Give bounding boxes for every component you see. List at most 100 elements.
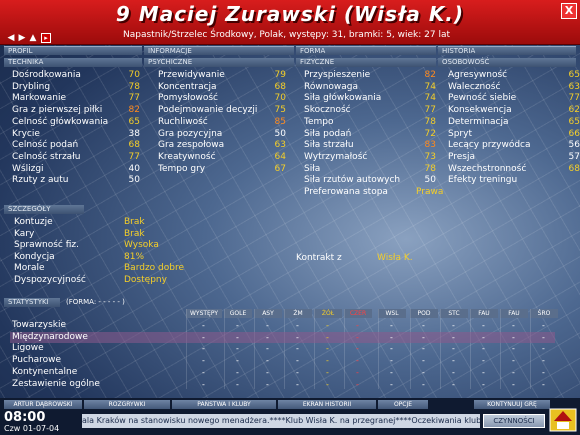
technika-value: 70 [128, 70, 140, 80]
fizyczne-row: Skoczność 77 [304, 105, 436, 116]
stats-row[interactable]: Kontynentalne - - - - - - - - - - - - [10, 367, 555, 378]
osobowosc-row: Efekty treningu [448, 175, 576, 186]
technika-row: Wślizgi 40 [12, 164, 140, 175]
psychiczne-value: 70 [274, 93, 286, 104]
player-title: 9 Maciej Zurawski (Wisła K.) [115, 2, 465, 26]
forward-arrow-icon[interactable]: ▶ [17, 33, 27, 43]
stats-cell: - [236, 367, 239, 377]
stats-cell: - [482, 344, 485, 354]
stats-cell: - [202, 344, 205, 354]
tab-informacje[interactable]: INFORMACJE [144, 46, 294, 55]
stats-cell: - [356, 356, 359, 366]
contract-label: Kontrakt z [296, 253, 342, 263]
stats-cell: - [266, 321, 269, 330]
fizyczne-label: Siła strzału [304, 140, 354, 151]
detail-value: Wysoka [124, 240, 159, 251]
stats-cell: - [326, 379, 329, 389]
stats-cell: - [482, 379, 485, 389]
technika-label: Gra z pierwszej piłki [12, 105, 103, 116]
psychiczne-value: 75 [274, 105, 286, 116]
stats-cell: - [422, 379, 425, 389]
tab-opcje[interactable]: OPCJE [378, 400, 428, 409]
detail-label: Dyspozycyjność [14, 275, 86, 285]
psychiczne-row: Pomysłowość 70 [158, 93, 292, 104]
stats-column-header[interactable]: ŻM [284, 309, 312, 318]
tab-kontynuuj[interactable]: KONTYNUUJ GRĘ [474, 400, 550, 409]
stats-cell: - [422, 356, 425, 366]
menu-icon[interactable]: ▸ [41, 33, 51, 43]
technika-label: Krycie [12, 128, 40, 139]
osobowosc-label: Pewność siebie [448, 93, 517, 104]
player-subtitle: Napastnik/Strzelec Środkowy, Polak, wyst… [123, 30, 450, 40]
stats-row[interactable]: Międzynarodowe - - - - - - - - - - - - [10, 331, 555, 343]
fizyczne-label: Siła podań [304, 128, 352, 139]
section-szczegoly: SZCZEGÓŁY [4, 205, 84, 214]
stats-row[interactable]: Towarzyskie - - - - - - - - - - - - [10, 320, 555, 331]
psychiczne-row: Podejmowanie decyzji 75 [158, 105, 292, 116]
section-psychiczne: PSYCHICZNE [144, 58, 294, 67]
stats-cell: - [390, 367, 393, 377]
stats-row[interactable]: Ligowe - - - - - - - - - - - - [10, 343, 555, 354]
osobowosc-row: Lecący przywódca 56 [448, 140, 580, 151]
fizyczne-label: Siła główkowania [304, 93, 382, 104]
stats-column-header[interactable]: CZER [344, 309, 372, 318]
news-ticker: ala Kraków na stanowisku nowego menadżer… [82, 414, 480, 428]
stats-row[interactable]: Zestawienie ogólne - - - - - - - - - - - - [10, 379, 555, 390]
tab-rozgrywki[interactable]: ROZGRYWKI [84, 400, 170, 409]
stats-column-header[interactable]: STC [440, 309, 468, 318]
tab-panstwa[interactable]: PAŃSTWA I KLUBY [172, 400, 276, 409]
stats-column-header[interactable]: WSL [378, 309, 406, 318]
technika-row: Celność główkowania 65 [12, 117, 140, 128]
stats-cell: - [266, 356, 269, 366]
stats-cell: - [422, 367, 425, 377]
logo-icon [548, 405, 578, 433]
stats-cell: - [236, 356, 239, 366]
stats-cell: - [266, 367, 269, 377]
stats-column-header[interactable]: GOLE [224, 309, 252, 318]
section-statystyki[interactable]: STATYSTYKI [4, 298, 60, 307]
osobowosc-value: 65 [568, 116, 580, 127]
stats-cell: - [296, 379, 299, 389]
tab-historia-screen[interactable]: EKRAN HISTORII [278, 400, 376, 409]
stats-column-header[interactable]: POD [410, 309, 438, 318]
close-button[interactable]: X [561, 3, 577, 19]
technika-row: Drybling 78 [12, 82, 140, 93]
stats-column-header[interactable]: FAU [500, 309, 528, 318]
stats-column-header[interactable]: FAU [470, 309, 498, 318]
technika-label: Markowanie [12, 93, 66, 104]
technika-label: Wślizgi [12, 163, 44, 174]
stats-column-header[interactable]: WYSTĘPY [186, 309, 222, 318]
psychiczne-label: Gra pozycyjna [158, 128, 223, 139]
stats-column-header[interactable]: ŻÓŁ [314, 309, 342, 318]
fizyczne-row: Wytrzymałość 73 [304, 152, 436, 163]
psychiczne-value: 50 [274, 128, 286, 139]
stats-column-header[interactable]: ASY [254, 309, 282, 318]
stats-column-header[interactable]: ŚRO [530, 309, 558, 318]
technika-row: Markowanie 77 [12, 93, 140, 104]
actions-button[interactable]: CZYNNOŚCI [483, 414, 545, 428]
technika-label: Celność strzału [12, 151, 81, 162]
stats-row-label: Kontynentalne [12, 366, 78, 377]
technika-row: Celność strzału 77 [12, 152, 140, 163]
fizyczne-row: Tempo 78 [304, 117, 436, 128]
section-fizyczne: FIZYCZNE [296, 58, 436, 67]
stats-cell: - [356, 321, 359, 330]
fizyczne-row: Siła strzału 83 [304, 140, 436, 151]
stats-cell: - [266, 332, 269, 342]
back-arrow-icon[interactable]: ◀ [6, 33, 16, 43]
fizyczne-row: Siła główkowania 74 [304, 93, 436, 104]
game-date: Czw 01-07-04 [4, 424, 60, 433]
technika-row: Krycie 38 [12, 129, 140, 140]
technika-label: Celność główkowania [12, 116, 109, 127]
psychiczne-row: Kreatywność 64 [158, 152, 292, 163]
osobowosc-row: Determinacja 65 [448, 117, 580, 128]
tab-profil[interactable]: PROFIL [4, 46, 142, 55]
stats-row[interactable]: Pucharowe - - - - - - - - - - - - [10, 355, 555, 366]
detail-value: Brak [124, 217, 145, 227]
osobowosc-row: Konsekwencja 62 [448, 105, 580, 116]
tab-manager[interactable]: ARTUR DĄBROWSKI [4, 400, 82, 409]
up-arrow-icon[interactable]: ▲ [28, 33, 38, 43]
tab-historia[interactable]: HISTORIA [438, 46, 576, 55]
stats-cell: - [390, 321, 393, 330]
tab-forma[interactable]: FORMA [296, 46, 436, 55]
